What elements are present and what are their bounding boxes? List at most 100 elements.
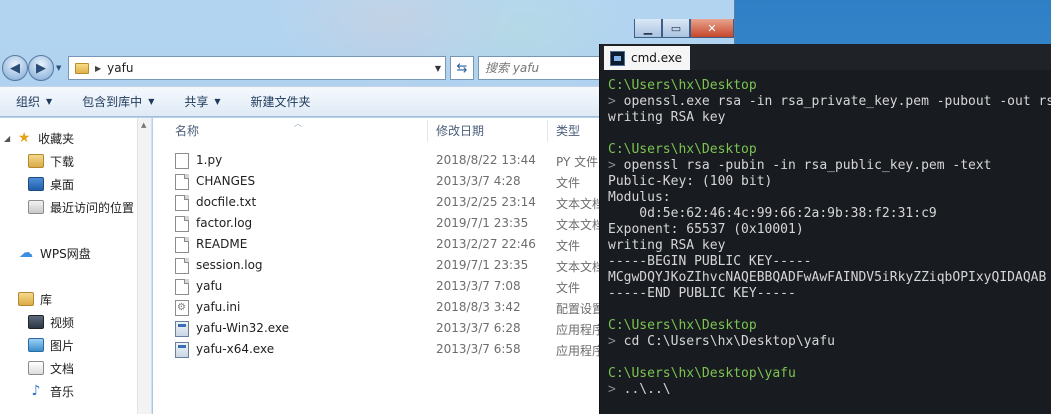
- terminal-command-line: > ..\..\: [608, 382, 1051, 398]
- prompt-chevron-icon: >: [608, 382, 624, 397]
- sidebar-item-label: WPS网盘: [40, 246, 91, 261]
- file-name: docfile.txt: [196, 195, 257, 209]
- cloud-icon: ☁: [19, 245, 33, 261]
- terminal-command-text: ..\..\: [623, 382, 671, 397]
- minimize-button[interactable]: ▁: [634, 19, 662, 38]
- recent-pages-dropdown[interactable]: ▼: [56, 64, 61, 72]
- file-date: 2013/2/27 22:46: [436, 237, 536, 251]
- chevron-down-icon: ▼: [46, 97, 53, 106]
- address-dropdown-icon[interactable]: ▼: [435, 64, 441, 73]
- python-file-icon: [175, 153, 189, 169]
- prompt-chevron-icon: >: [608, 158, 624, 173]
- column-header-type[interactable]: 类型: [556, 118, 580, 142]
- terminal-command-line: > cd C:\Users\hx\Desktop\yafu: [608, 334, 1051, 350]
- cmd-window: cmd.exe C:\Users\hx\Desktop > openssl.exe…: [599, 44, 1051, 414]
- share-label: 共享: [184, 95, 209, 109]
- file-date: 2019/7/1 23:35: [436, 258, 529, 272]
- document-icon: [175, 237, 189, 253]
- documents-icon: [28, 361, 44, 375]
- star-icon: ★: [17, 130, 31, 146]
- exe-icon: [175, 342, 189, 358]
- breadcrumb-chevron-icon[interactable]: ▶: [95, 64, 101, 73]
- file-name: yafu-x64.exe: [196, 342, 275, 356]
- column-header-modified[interactable]: 修改日期: [436, 118, 484, 142]
- file-date: 2018/8/22 13:44: [436, 153, 536, 167]
- nav-scrollbar[interactable]: ▲: [137, 118, 151, 414]
- address-bar[interactable]: ▶ yafu ▼: [68, 56, 446, 80]
- column-divider[interactable]: [427, 120, 428, 142]
- expand-arrow-icon[interactable]: ◢: [4, 134, 10, 143]
- sidebar-item-label: 音乐: [50, 384, 75, 399]
- sidebar-item-documents[interactable]: 文档: [28, 358, 74, 378]
- breadcrumb-current[interactable]: yafu: [107, 61, 133, 75]
- column-divider[interactable]: [547, 120, 548, 142]
- organize-menu[interactable]: 组织 ▼: [16, 93, 52, 110]
- prompt-chevron-icon: >: [608, 94, 624, 109]
- recent-places-icon: [28, 200, 44, 214]
- file-name: CHANGES: [196, 174, 256, 188]
- scroll-up-icon[interactable]: ▲: [141, 121, 146, 129]
- refresh-button[interactable]: ⇆: [450, 56, 474, 80]
- sidebar-item-downloads[interactable]: 下载: [28, 151, 74, 171]
- sidebar-item-recent[interactable]: 最近访问的位置: [28, 197, 134, 217]
- sidebar-item-label: 最近访问的位置: [50, 200, 135, 215]
- file-date: 2013/3/7 7:08: [436, 279, 521, 293]
- terminal-output-line: -----BEGIN PUBLIC KEY-----: [608, 254, 812, 269]
- cmd-tab-title: cmd.exe: [631, 51, 683, 65]
- sidebar-item-music[interactable]: ♪ 音乐: [28, 381, 74, 401]
- maximize-button[interactable]: ▭: [662, 19, 690, 38]
- sidebar-item-library[interactable]: 库: [18, 289, 52, 309]
- file-date: 2013/3/7 6:28: [436, 321, 521, 335]
- terminal-output-line: Public-Key: (100 bit): [608, 174, 773, 189]
- forward-button[interactable]: ▶: [28, 55, 54, 81]
- cmd-tab[interactable]: cmd.exe: [604, 46, 690, 70]
- sidebar-item-video[interactable]: 视频: [28, 312, 74, 332]
- search-input[interactable]: [485, 61, 601, 75]
- terminal-output-line: Modulus:: [608, 190, 671, 205]
- include-in-library-menu[interactable]: 包含到库中 ▼: [82, 93, 154, 110]
- terminal-output[interactable]: C:\Users\hx\Desktop > openssl.exe rsa -in…: [608, 78, 1051, 398]
- refresh-icon: ⇆: [456, 60, 468, 76]
- sidebar-item-favorites[interactable]: ◢ ★ 收藏夹: [4, 128, 74, 148]
- navigation-pane: ▲ ◢ ★ 收藏夹 下载 桌面 最近访问的位置 ☁ WPS网盘 库 视频 图片 …: [0, 118, 152, 414]
- search-box[interactable]: [478, 56, 602, 80]
- terminal-prompt-path: C:\Users\hx\Desktop: [608, 318, 757, 333]
- terminal-command-text: cd C:\Users\hx\Desktop\yafu: [623, 334, 835, 349]
- sidebar-item-label: 下载: [50, 154, 75, 169]
- new-folder-label: 新建文件夹: [250, 95, 311, 109]
- column-header-name[interactable]: 名称: [175, 118, 199, 142]
- sidebar-item-label: 库: [40, 292, 53, 307]
- pictures-icon: [28, 338, 44, 352]
- terminal-prompt-path: C:\Users\hx\Desktop\yafu: [608, 366, 796, 381]
- library-icon: [18, 292, 34, 306]
- file-name: yafu: [196, 279, 223, 293]
- console-icon: [610, 50, 625, 66]
- text-file-icon: [175, 195, 189, 211]
- organize-label: 组织: [16, 95, 41, 109]
- file-name: 1.py: [196, 153, 223, 167]
- chevron-down-icon: ▼: [148, 97, 155, 106]
- file-date: 2019/7/1 23:35: [436, 216, 529, 230]
- sidebar-item-desktop[interactable]: 桌面: [28, 174, 74, 194]
- file-date: 2018/8/3 3:42: [436, 300, 521, 314]
- sidebar-item-wps[interactable]: ☁ WPS网盘: [18, 243, 91, 263]
- music-icon: ♪: [31, 383, 41, 399]
- sidebar-item-label: 文档: [50, 361, 75, 376]
- sidebar-item-pictures[interactable]: 图片: [28, 335, 74, 355]
- desktop-icon: [28, 177, 44, 191]
- file-date: 2013/3/7 6:58: [436, 342, 521, 356]
- document-icon: [175, 279, 189, 295]
- share-menu[interactable]: 共享 ▼: [184, 93, 220, 110]
- terminal-output-line: writing RSA key: [608, 238, 726, 253]
- close-button[interactable]: ✕: [690, 19, 734, 38]
- terminal-output-line: MCgwDQYJKoZIhvcNAQEBBQADFwAwFAINDV5iRkyZ…: [608, 270, 1047, 285]
- terminal-prompt-path: C:\Users\hx\Desktop: [608, 78, 757, 93]
- new-folder-button[interactable]: 新建文件夹: [251, 93, 311, 110]
- text-file-icon: [175, 258, 189, 274]
- arrow-right-icon: ▶: [36, 60, 46, 76]
- terminal-command-text: openssl rsa -pubin -in rsa_public_key.pe…: [623, 158, 992, 173]
- video-icon: [28, 315, 44, 329]
- terminal-output-line: 0d:5e:62:46:4c:99:66:2a:9b:38:f2:31:c9: [608, 206, 937, 221]
- back-button[interactable]: ◀: [2, 55, 28, 81]
